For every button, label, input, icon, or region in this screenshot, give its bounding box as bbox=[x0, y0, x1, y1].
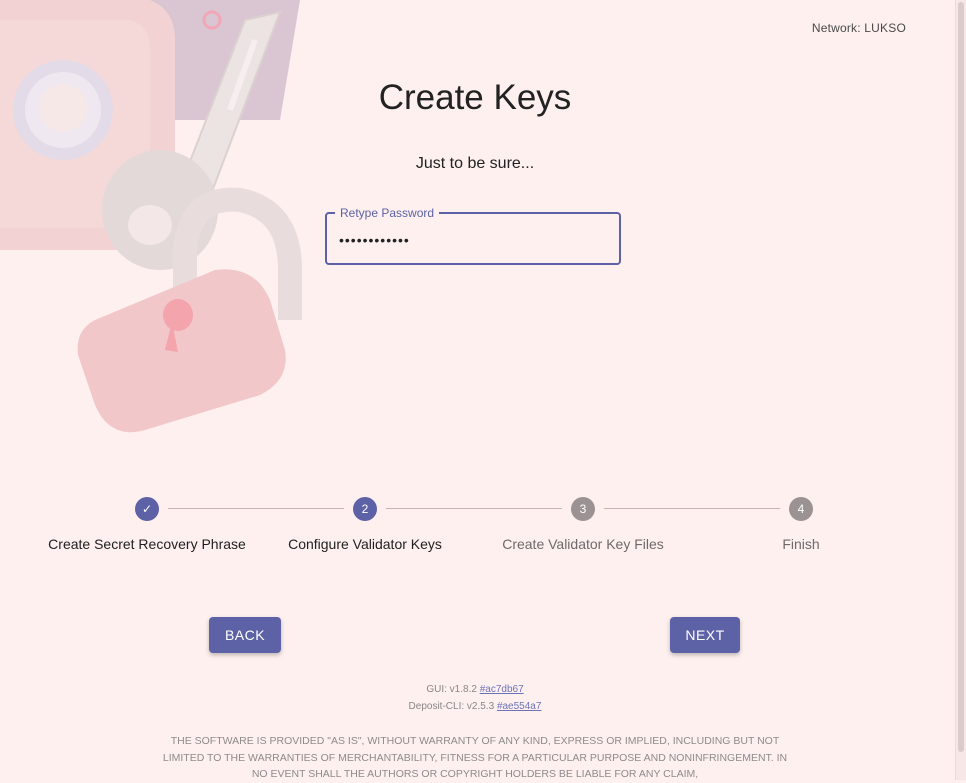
step-create-recovery-phrase: ✓ Create Secret Recovery Phrase bbox=[38, 496, 256, 552]
cli-commit-link[interactable]: #ae554a7 bbox=[497, 701, 542, 712]
cli-version-text: Deposit-CLI: v2.5.3 bbox=[408, 701, 495, 712]
back-button[interactable]: BACK bbox=[209, 617, 281, 653]
retype-password-input[interactable] bbox=[339, 230, 607, 250]
step-label: Create Validator Key Files bbox=[502, 536, 664, 552]
step-label: Create Secret Recovery Phrase bbox=[48, 536, 246, 552]
network-indicator: Network: LUKSO bbox=[811, 21, 906, 35]
scrollbar[interactable] bbox=[955, 0, 966, 780]
scrollbar-thumb[interactable] bbox=[958, 2, 964, 752]
step-number: 3 bbox=[571, 497, 595, 521]
gui-version: GUI: v1.8.2 #ac7db67 bbox=[0, 684, 950, 695]
step-create-key-files: 3 Create Validator Key Files bbox=[474, 496, 692, 552]
step-configure-validator-keys: 2 Configure Validator Keys bbox=[256, 496, 474, 552]
page-subtitle: Just to be sure... bbox=[415, 155, 535, 172]
step-label: Finish bbox=[782, 536, 820, 552]
cli-version: Deposit-CLI: v2.5.3 #ae554a7 bbox=[0, 701, 950, 712]
step-number: 4 bbox=[789, 497, 813, 521]
step-finish: 4 Finish bbox=[692, 496, 910, 552]
step-label: Configure Validator Keys bbox=[288, 536, 442, 552]
retype-password-field[interactable]: Retype Password bbox=[325, 206, 621, 265]
gui-commit-link[interactable]: #ac7db67 bbox=[480, 684, 524, 695]
progress-stepper: ✓ Create Secret Recovery Phrase 2 Config… bbox=[38, 496, 910, 566]
retype-password-label: Retype Password bbox=[335, 206, 440, 220]
keys-padlock-illustration bbox=[0, 0, 302, 433]
next-button[interactable]: NEXT bbox=[670, 617, 740, 653]
gui-version-text: GUI: v1.8.2 bbox=[426, 684, 477, 695]
page-title: Create Keys bbox=[378, 78, 572, 117]
license-text: THE SOFTWARE IS PROVIDED "AS IS", WITHOU… bbox=[162, 735, 788, 780]
step-number: 2 bbox=[353, 497, 377, 521]
check-icon: ✓ bbox=[135, 497, 159, 521]
